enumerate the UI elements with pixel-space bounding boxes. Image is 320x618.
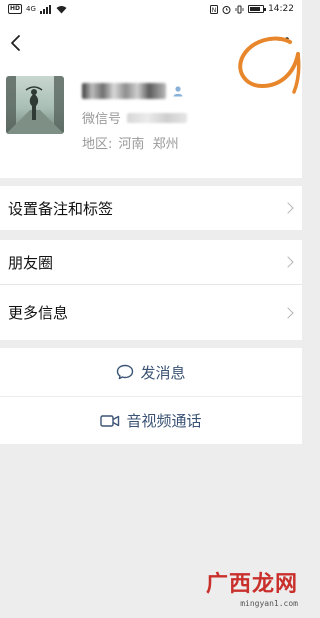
svg-text:N: N <box>212 7 217 14</box>
hd-badge: HD <box>8 4 23 14</box>
wechat-id-label: 微信号 <box>82 112 122 127</box>
video-call-label: 音视频通话 <box>126 412 202 430</box>
back-button[interactable] <box>4 30 26 56</box>
region-line: 地区: 河南 郑州 <box>82 133 179 152</box>
region-label: 地区: <box>82 137 113 152</box>
chevron-right-icon <box>282 202 294 214</box>
avatar[interactable] <box>6 76 64 134</box>
network-label: 4G <box>26 5 36 13</box>
status-right: N 14:22 <box>210 4 294 14</box>
video-camera-icon <box>100 414 120 427</box>
nickname-row <box>82 80 184 102</box>
wechat-id-redacted <box>127 112 188 123</box>
send-message-button[interactable]: 发消息 <box>0 348 302 396</box>
site-watermark: 广西龙网 mingyan1.com <box>198 566 298 614</box>
more-info-item[interactable]: 更多信息 <box>0 284 302 340</box>
moments-item[interactable]: 朋友圈 <box>0 240 302 284</box>
battery-icon <box>248 5 267 13</box>
more-button[interactable] <box>262 28 296 50</box>
watermark-url: mingyan1.com <box>240 599 298 608</box>
more-info-label: 更多信息 <box>8 304 69 322</box>
status-time: 14:22 <box>268 4 294 14</box>
status-bar: HD 4G N 14:22 <box>0 0 302 18</box>
action-group: 发消息 音视频通话 <box>0 348 302 444</box>
avatar-image-icon <box>6 76 64 134</box>
chevron-right-icon <box>282 306 294 319</box>
signal-icon <box>39 4 51 14</box>
chevron-right-icon <box>282 256 294 268</box>
user-tag-icon <box>173 86 183 97</box>
vibrate-icon <box>235 5 244 13</box>
watermark-main: 广西龙网 <box>206 566 298 598</box>
wechat-id-line: 微信号 <box>82 108 188 127</box>
watermark-text: 广西龙网 <box>205 571 298 597</box>
nfc-icon: N <box>210 4 219 14</box>
remark-group: 设置备注和标签 <box>0 186 302 230</box>
nickname-redacted <box>82 83 166 99</box>
moments-label: 朋友圈 <box>8 253 54 272</box>
alarm-icon <box>222 5 231 14</box>
send-message-label: 发消息 <box>140 363 186 382</box>
info-group: 朋友圈 更多信息 <box>0 240 302 340</box>
status-left: HD 4G <box>8 4 67 14</box>
set-remark-tags-item[interactable]: 设置备注和标签 <box>0 186 302 230</box>
set-remark-tags-label: 设置备注和标签 <box>8 199 114 218</box>
video-call-button[interactable]: 音视频通话 <box>0 396 302 444</box>
ellipsis-icon <box>269 37 289 41</box>
battery-fill <box>250 7 260 11</box>
region-value: 河南 郑州 <box>118 137 179 152</box>
profile-header: 微信号 地区: 河南 郑州 <box>0 18 302 178</box>
wifi-icon <box>56 5 67 13</box>
chevron-left-icon <box>11 35 20 51</box>
chat-bubble-icon <box>117 364 134 380</box>
